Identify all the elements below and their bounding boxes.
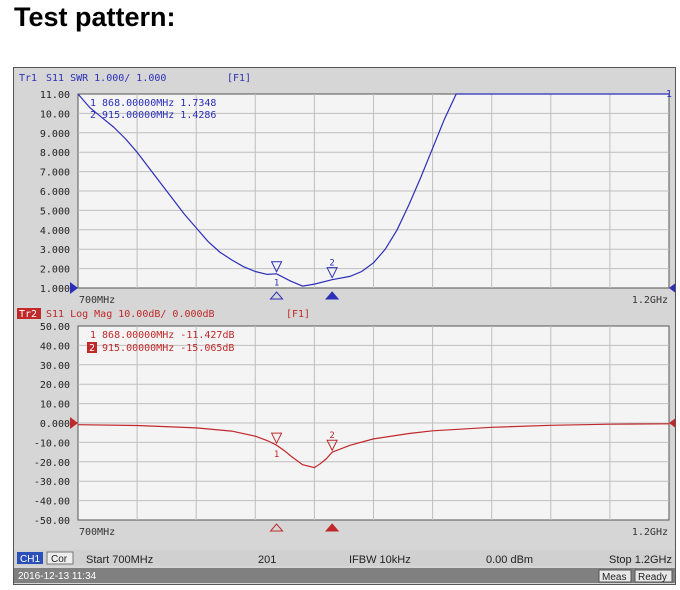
trace1-marker-label: 1 [274,279,279,289]
trace1-y-tick-label: 10.00 [40,109,70,120]
trace2-marker-label: 1 [274,450,279,460]
trace2-marker-line-2-num: 2 [89,343,95,354]
analyzer-display: Tr1 S11 SWR 1.000/ 1.000 [F1] 11.0010.00… [14,73,675,583]
trace1-y-tick-label: 3.000 [40,245,70,256]
trace2-x-start: 700MHz [79,527,115,538]
trace2-x-stop: 1.2GHz [632,527,668,538]
trace2-marker-2-x-indicator[interactable] [325,523,340,532]
trace1-marker-2-x-indicator[interactable] [325,291,340,300]
trace1-marker-label: 2 [329,259,334,269]
stop-frequency[interactable]: Stop 1.2GHz [609,554,672,566]
ready-label: Ready [638,572,667,583]
trace1-x-stop: 1.2GHz [632,295,668,306]
trace1-y-tick-label: 1.000 [40,284,70,295]
trace2-y-tick-label: 50.00 [40,322,70,333]
trace2-y-tick-label: -40.00 [34,497,70,508]
trace1-x-start: 700MHz [79,295,115,306]
trace1-y-tick-label: 9.000 [40,129,70,140]
channel-label: CH1 [20,554,40,565]
trace2-y-tick-label: 30.00 [40,361,70,372]
trace1-y-tick-label: 7.000 [40,168,70,179]
trace2-y-tick-label: -20.00 [34,458,70,469]
trace2-y-tick-label: -50.00 [34,516,70,527]
timestamp: 2016-12-13 11:34 [18,571,97,582]
trace1-marker-line-1: 1 868.00000MHz 1.7348 [90,98,216,109]
trace2-marker-line-1: 1 868.00000MHz -11.427dB [90,330,235,341]
trace2-channel-tag: [F1] [286,309,310,320]
page-title: Test pattern: [14,2,176,32]
trace2-marker-line-2: 915.00000MHz -15.065dB [102,343,234,354]
ifbw[interactable]: IFBW 10kHz [349,554,411,566]
trace2-y-tick-label: 20.00 [40,380,70,391]
trace2-y-tick-label: 0.000 [40,419,70,430]
trace2-y-tick-label: 40.00 [40,341,70,352]
trace1-ref-arrow-left[interactable] [70,282,78,294]
trace1-y-tick-label: 4.000 [40,226,70,237]
correction-label: Cor [51,554,68,565]
trace2-ref-arrow-right[interactable] [669,417,675,429]
trace2-marker-1-x-indicator[interactable] [269,523,284,532]
trace2-header: S11 Log Mag 10.00dB/ 0.000dB [46,309,215,320]
power-level[interactable]: 0.00 dBm [486,554,533,566]
meas-label: Meas [602,572,626,583]
trace2-y-tick-label: -30.00 [34,477,70,488]
trace1-y-tick-label: 5.000 [40,206,70,217]
trace1-marker-1-x-indicator[interactable] [269,291,284,300]
trace2-id: Tr2 [19,309,37,320]
trace1-y-tick-label: 2.000 [40,265,70,276]
sweep-points[interactable]: 201 [258,554,276,566]
analyzer-screen: Tr1 S11 SWR 1.000/ 1.000 [F1] 11.00 10.00… [13,67,676,585]
trace2-marker-label: 2 [329,431,334,441]
trace1-header: S11 SWR 1.000/ 1.000 [46,73,166,84]
trace2-y-ticks: 50.00 40.00 30.00 20.00 10.00 0.000 -10.00 -20.… [34,322,70,527]
trace1-y-tick-label: 11.00 [40,90,70,101]
trace1-y-tick-label: 6.000 [40,187,70,198]
start-frequency[interactable]: Start 700MHz [86,554,153,566]
trace2-ref-arrow-left[interactable] [70,417,78,429]
trace2-y-tick-label: -10.00 [34,438,70,449]
trace1-y-ticks: 11.00 10.00 9.000 8.000 7.000 6.000 5.000 4.000… [40,90,70,295]
trace1-ref-arrow-right[interactable] [669,282,675,294]
trace1-y-tick-label: 8.000 [40,148,70,159]
trace1-id[interactable]: Tr1 [19,73,37,84]
trace2-y-tick-label: 10.00 [40,400,70,411]
bottom-bar [14,568,675,583]
trace1-marker-line-2: 2 915.00000MHz 1.4286 [90,110,216,121]
trace1-channel-tag: [F1] [227,73,251,84]
